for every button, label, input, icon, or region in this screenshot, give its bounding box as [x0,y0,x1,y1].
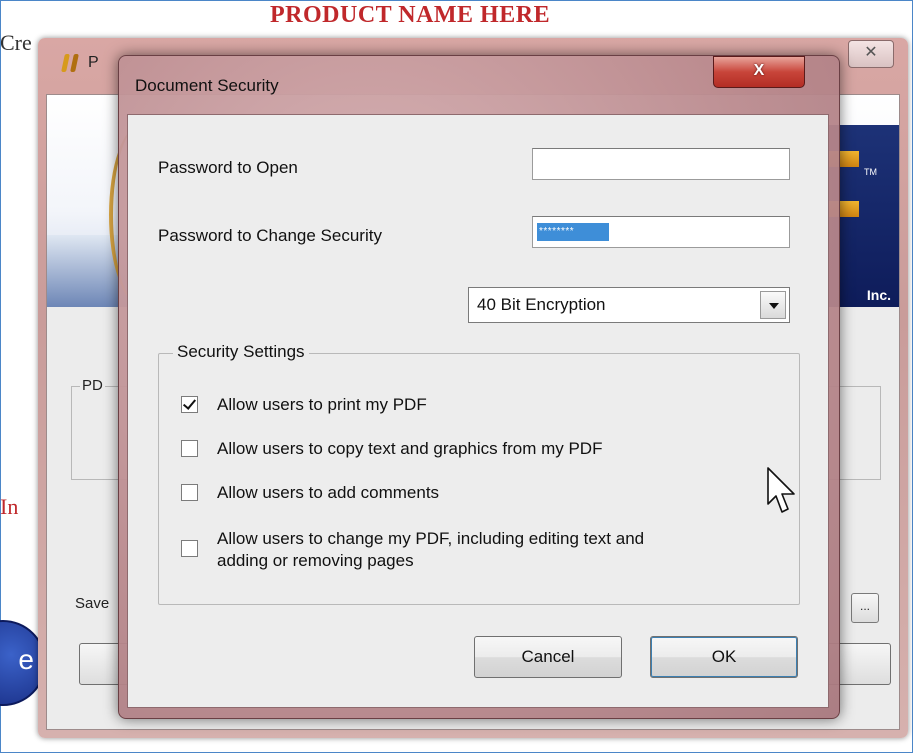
password-change-selected-text: ******** [537,223,609,241]
chevron-down-icon[interactable] [760,291,786,319]
page-side-text-bottom: In [0,494,19,519]
app-browse-button[interactable]: ... [851,593,879,623]
dialog-client-area: Password to Open Password to Change Secu… [127,114,829,708]
password-change-label: Password to Change Security [158,226,382,245]
dialog-close-button[interactable]: X [713,56,805,88]
app-window-title: P [88,54,99,71]
password-open-input[interactable] [532,148,790,180]
permission-change-label-line2[interactable]: adding or removing pages [217,550,414,572]
app-close-button[interactable]: ✕ [848,40,894,68]
permission-change-checkbox[interactable] [181,540,198,557]
banner-company-suffix: Inc. [866,287,891,303]
page-header: PRODUCT NAME HERE [270,2,551,28]
cancel-button[interactable]: Cancel [474,636,622,678]
dialog-title: Document Security [135,76,279,95]
password-change-input[interactable]: ******** [532,216,790,248]
app-pdf-group-label: PD [80,377,105,394]
app-logo-icon [60,52,82,74]
password-open-label: Password to Open [158,158,298,177]
permission-copy-label[interactable]: Allow users to copy text and graphics fr… [217,438,602,460]
ok-button[interactable]: OK [650,636,798,678]
permission-comments-checkbox[interactable] [181,484,198,501]
mouse-pointer-icon [767,467,795,513]
encryption-select[interactable]: 40 Bit Encryption [468,287,790,323]
permission-print-label[interactable]: Allow users to print my PDF [217,394,427,416]
security-settings-group: Security Settings Allow users to print m… [158,342,800,605]
security-settings-label: Security Settings [173,342,309,362]
document-security-dialog: Document Security X Password to Open Pas… [118,55,840,719]
permission-copy-checkbox[interactable] [181,440,198,457]
app-save-label: Save [75,595,110,612]
page-side-text-top: Cre [0,30,32,55]
permission-change-label[interactable]: Allow users to change my PDF, including … [217,528,644,550]
page-circle-letter: e [18,644,34,675]
encryption-select-value: 40 Bit Encryption [477,295,606,314]
banner-trademark: TM [864,167,877,177]
checkmark-icon[interactable] [181,396,198,413]
permission-comments-label[interactable]: Allow users to add comments [217,482,439,504]
